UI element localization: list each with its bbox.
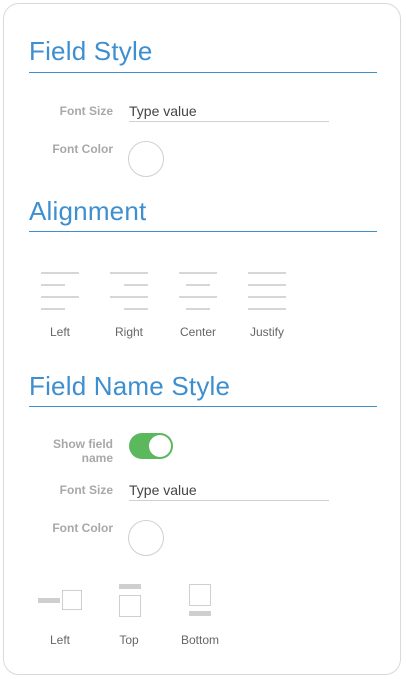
align-center-label: Center	[179, 325, 217, 339]
align-center-icon	[179, 272, 217, 312]
name-font-color-label: Font Color	[52, 521, 113, 535]
align-left-icon	[41, 272, 79, 312]
align-right-icon	[110, 272, 148, 312]
font-color-label: Font Color	[52, 142, 113, 156]
position-bottom-label: Bottom	[180, 633, 219, 647]
show-field-name-toggle[interactable]	[129, 433, 173, 459]
align-center-option[interactable]	[170, 272, 226, 312]
font-size-label: Font Size	[59, 104, 113, 118]
field-style-title: Field Style	[29, 36, 153, 66]
toggle-knob	[149, 435, 171, 457]
align-justify-label: Justify	[249, 325, 284, 339]
name-font-color-picker[interactable]	[128, 520, 164, 556]
show-field-name-label: Show field name	[53, 437, 113, 465]
position-top-label: Top	[119, 633, 139, 647]
align-left-label: Left	[49, 325, 70, 339]
align-left-option[interactable]	[32, 272, 88, 312]
align-right-option[interactable]	[101, 272, 157, 312]
field-style-divider	[29, 72, 377, 73]
font-size-input[interactable]: Type value	[129, 101, 329, 122]
field-name-style-title: Field Name Style	[29, 371, 231, 401]
label-top-icon[interactable]	[119, 584, 141, 618]
alignment-divider	[29, 231, 377, 232]
field-name-style-divider	[29, 406, 377, 407]
label-bottom-icon[interactable]	[189, 584, 211, 618]
label-left-icon[interactable]	[38, 589, 84, 613]
name-font-size-input[interactable]: Type value	[129, 480, 329, 501]
position-left-label: Left	[49, 633, 70, 647]
name-font-size-label: Font Size	[59, 483, 113, 497]
font-color-picker[interactable]	[128, 141, 164, 177]
align-justify-option[interactable]	[239, 272, 295, 312]
align-right-label: Right	[114, 325, 143, 339]
alignment-title: Alignment	[29, 196, 147, 226]
align-justify-icon	[248, 272, 286, 312]
